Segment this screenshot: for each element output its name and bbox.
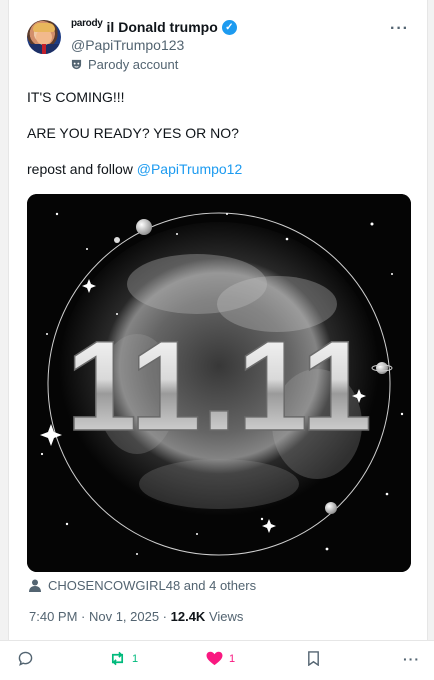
tweet-line-2: ARE YOU READY? YES OR NO? (27, 125, 239, 141)
views-label: Views (205, 609, 244, 624)
parody-mask-icon (71, 59, 82, 70)
repost-count: 1 (132, 652, 139, 665)
reposted-by[interactable]: CHOSENCOWGIRL48 and 4 others (29, 578, 256, 593)
post-meta: 7:40 PM · Nov 1, 2025 · 12.4K Views (29, 609, 243, 624)
like-button[interactable]: 1 (206, 651, 235, 666)
avatar[interactable] (27, 20, 61, 54)
action-bar: 1 1 ··· (0, 640, 434, 680)
tweet-text: IT'S COMING!!! ARE YOU READY? YES OR NO?… (27, 88, 412, 196)
reply-icon (18, 651, 33, 666)
reposted-by-text: CHOSENCOWGIRL48 and 4 others (48, 578, 257, 593)
bookmark-icon (308, 651, 319, 666)
tweet-line-3-text: repost and follow (27, 161, 137, 177)
parody-tag: parody (71, 17, 103, 29)
views-count: 12.4K (170, 609, 206, 624)
tweet-line-1: IT'S COMING!!! (27, 89, 125, 105)
display-name[interactable]: il Donald trumpo (107, 19, 218, 35)
name-row[interactable]: parody il Donald trumpo ✓ (71, 17, 237, 35)
like-icon (206, 651, 223, 666)
post-header: parody il Donald trumpo ✓ @PapiTrumpo123… (27, 18, 413, 78)
post-image[interactable]: 11.11 (27, 194, 411, 572)
parody-account-label: Parody account (71, 57, 178, 72)
post-card: parody il Donald trumpo ✓ @PapiTrumpo123… (8, 0, 428, 640)
person-icon (29, 579, 41, 592)
parody-account-text: Parody account (88, 57, 179, 72)
image-text: 11.11 (66, 315, 372, 458)
more-icon[interactable]: ··· (390, 20, 409, 38)
handle[interactable]: @PapiTrumpo123 (71, 37, 184, 53)
timestamp[interactable]: 7:40 PM · Nov 1, 2025 · (29, 609, 171, 624)
like-count: 1 (229, 652, 236, 665)
more-actions-icon[interactable]: ··· (403, 651, 420, 667)
verified-icon: ✓ (221, 19, 237, 35)
reply-button[interactable] (18, 651, 39, 666)
image-art: 11.11 (27, 194, 411, 572)
repost-icon (111, 651, 124, 666)
tweet-line-3: repost and follow @PapiTrumpo12 (27, 160, 412, 178)
repost-button[interactable]: 1 (109, 651, 138, 666)
mention-link[interactable]: @PapiTrumpo12 (137, 161, 243, 177)
bookmark-button[interactable] (307, 651, 320, 666)
